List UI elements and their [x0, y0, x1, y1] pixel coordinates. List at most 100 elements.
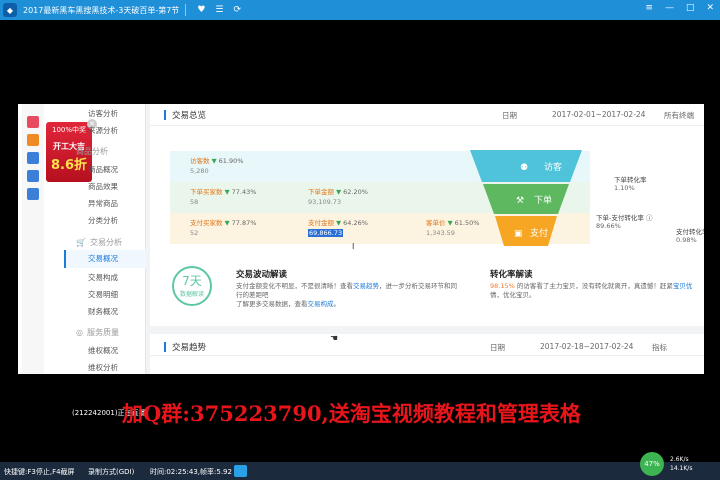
sidebar-item-trade-overview[interactable]: 交易概况 [64, 250, 146, 268]
rate-value: 89.66% [596, 222, 621, 230]
sidebar-item-rights-analysis[interactable]: 维权分析 [88, 362, 118, 373]
arrow-down-icon: ▼ [336, 219, 342, 227]
pay-buyers-value: 52 [190, 229, 199, 237]
rate-order-pay: 下单-支付转化率 ⓘ 89.66% [596, 212, 652, 230]
metric-change: 77.43% [231, 188, 257, 196]
wave-text: 。 [333, 300, 341, 308]
metric-change: 77.87% [231, 219, 257, 227]
text-cursor-icon: I [352, 242, 355, 251]
player-title-bar: ◆ 2017最新黑车黑搜黑技术-3天破百单-第7节 ♥ ☰ ⟳ ≡ — □ ✕ [0, 0, 720, 20]
trend-date-range[interactable]: 2017-02-18~2017-02-24 [540, 342, 633, 351]
sidebar-item-abnormal-product[interactable]: 异常商品 [88, 198, 118, 209]
sidebar-head-service: ◎ 服务质量 [76, 327, 119, 338]
menu-button[interactable]: ≡ [645, 3, 653, 13]
chat-icon[interactable] [27, 134, 39, 146]
wave-text: ，进一步分析交易环节和同 [379, 282, 457, 290]
funnel-order [483, 184, 569, 214]
wallet-icon: ▣ [514, 229, 523, 239]
sidebar-head-label: 服务质量 [86, 328, 119, 337]
list-icon[interactable]: ☰ [215, 5, 223, 15]
trend-header: 交易趋势 日期 2017-02-18~2017-02-24 指标 [150, 334, 704, 356]
hammer-icon: ⚒ [516, 196, 524, 206]
recorder-icon[interactable] [234, 465, 247, 477]
rate-label: 下单-支付转化率 [596, 214, 644, 222]
metric-label: 下单买家数 [190, 188, 223, 196]
close-button[interactable]: ✕ [706, 3, 714, 13]
badge-text: 数据解读 [179, 291, 204, 298]
record-icon[interactable] [27, 116, 39, 128]
badge-number: 7天 [182, 274, 202, 288]
sidebar-head-product: 商品分析 [76, 146, 108, 157]
trend-metric-select[interactable]: 指标 [652, 342, 667, 353]
video-screen[interactable]: 100%中奖 开工大吉 8.6折 ✕ 访客分析 来源分析 商品分析 商品概况 商… [18, 104, 704, 374]
sidebar-item-category-analysis[interactable]: 分类分析 [88, 215, 118, 226]
rate-value: 0.98% [676, 236, 697, 244]
cart-icon: 🛒 [76, 238, 86, 247]
funnel-order-label: 下单 [534, 194, 552, 206]
arrow-down-icon: ▼ [336, 188, 342, 196]
rate-pay: 支付转化率0.98% [676, 226, 704, 244]
heart-icon[interactable]: ♥ [197, 5, 205, 15]
trade-composition-link[interactable]: 交易构成 [308, 300, 334, 308]
metric-label: 访客数 [190, 157, 210, 165]
chart-icon[interactable] [27, 170, 39, 182]
metric-order-buyers: 下单买家数 ▼ 77.43% [190, 186, 256, 196]
wave-text: 支付金额变化不明显，不是很清晰！查看 [236, 282, 353, 290]
wave-text: 了解更多交易数据，查看 [236, 300, 308, 308]
title-marker [164, 342, 166, 352]
network-monitor: 47% 2.6K/s 14.1K/s [640, 452, 712, 476]
order-amount-value: 93,109.73 [308, 198, 342, 206]
wave-title: 交易波动解读 [236, 270, 288, 280]
arrow-down-icon: ▼ [211, 157, 217, 165]
product-optimize-link[interactable]: 宝贝优 [673, 282, 693, 290]
sidebar-item-rights-overview[interactable]: 维权概况 [88, 345, 118, 356]
date-label: 日期 [502, 111, 517, 120]
share-icon[interactable]: ⟳ [233, 5, 241, 15]
recorder-status-bar: 快捷键:F3停止,F4截屏 录制方式(GDI) 时间:02:25:43,帧率:5… [0, 462, 720, 480]
terminal-select[interactable]: 所有终端 [664, 110, 694, 121]
metric-change: 64.26% [343, 219, 368, 227]
conversion-description: 98.15% 的访客看了主力宝贝，没有转化就离开，真遗憾！赶紧宝贝优 情，优化宝贝… [490, 282, 702, 300]
sidebar-item-visitor-analysis[interactable]: 访客分析 [88, 108, 118, 119]
metric-pay-amount: 支付金额 ▼ 64.26% [308, 217, 368, 227]
sidebar-icon-column [22, 104, 44, 374]
maximize-button[interactable]: □ [686, 3, 695, 13]
minimize-button[interactable]: — [665, 3, 674, 13]
rate-label: 支付转化率 [676, 228, 704, 236]
sidebar-head-label: 交易分析 [89, 238, 122, 247]
qq-group-banner: 加Q群:375223790,送淘宝视频教程和管理表格 [122, 401, 581, 426]
sidebar-item-product-overview[interactable]: 商品概况 [88, 164, 118, 175]
metric-label: 下单金额 [308, 188, 334, 196]
speed-text: 2.6K/s 14.1K/s [670, 455, 692, 473]
sidebar-item-source-analysis[interactable]: 来源分析 [88, 125, 118, 136]
metric-visitors: 访客数 ▼ 61.90% [190, 155, 243, 165]
metric-label: 支付买家数 [190, 219, 223, 227]
sidebar-item-trade-composition[interactable]: 交易构成 [88, 272, 118, 283]
sidebar-head-label: 商品分析 [76, 147, 108, 156]
order-buyers-value: 58 [190, 198, 199, 206]
conversion-pct: 98.15% [490, 282, 515, 290]
overview-header: 交易总览 日期 2017-02-01~2017-02-24 所有终端 [150, 104, 704, 126]
date-range[interactable]: 2017-02-01~2017-02-24 [552, 110, 645, 119]
upload-speed: 2.6K/s [670, 456, 689, 463]
main-content: 交易总览 日期 2017-02-01~2017-02-24 所有终端 访客数 ▼… [150, 104, 704, 374]
sidebar-item-trade-detail[interactable]: 交易明细 [88, 289, 118, 300]
metric-change: 62.20% [343, 188, 368, 196]
metric-label: 客单价 [426, 219, 446, 227]
app-logo-icon: ◆ [3, 3, 17, 17]
metric-order-amount: 下单金额 ▼ 62.20% [308, 186, 368, 196]
message-icon[interactable] [27, 188, 39, 200]
sidebar-item-product-effect[interactable]: 商品效果 [88, 181, 118, 192]
trade-trend-link[interactable]: 交易趋势 [353, 282, 379, 290]
sidebar-item-finance-overview[interactable]: 财务概况 [88, 306, 118, 317]
conversion-funnel: 访客 下单 支付 ⚉ ⚒ ▣ [470, 150, 582, 246]
aov-value: 1,343.59 [426, 229, 455, 237]
visitors-value: 5,280 [190, 167, 209, 175]
pay-amount-value[interactable]: 69,866.73 [308, 229, 344, 237]
user-icon[interactable] [27, 152, 39, 164]
trend-title: 交易趋势 [172, 343, 207, 353]
question-icon[interactable]: ⓘ [646, 214, 653, 222]
download-speed: 14.1K/s [670, 465, 693, 472]
record-time: 时间:02:25:43,帧率:5.92 [150, 468, 232, 476]
player-title: 2017最新黑车黑搜黑技术-3天破百单-第7节 [23, 5, 180, 15]
